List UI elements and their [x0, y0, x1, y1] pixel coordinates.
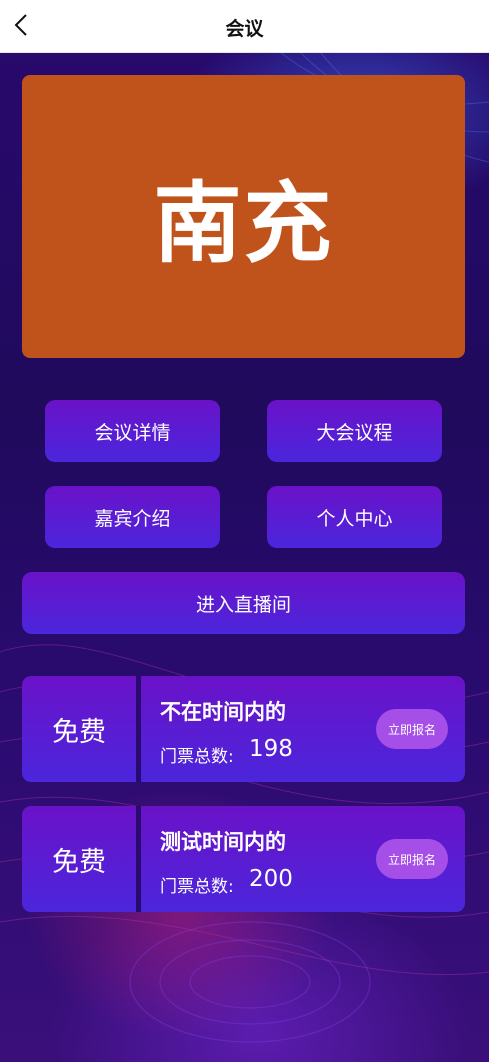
signup-button[interactable]: 立即报名 — [376, 839, 448, 879]
ticket-card: 免费 测试时间内的 门票总数: 200 立即报名 — [22, 806, 465, 912]
ticket-count-label: 门票总数: — [160, 877, 234, 897]
banner-logo-text: 南充 — [153, 172, 334, 275]
ticket-price: 免费 — [22, 806, 136, 912]
ticket-name: 不在时间内的 — [160, 700, 286, 724]
ticket-info: 测试时间内的 门票总数: 200 立即报名 — [141, 806, 465, 912]
enter-live-room-button[interactable]: 进入直播间 — [22, 572, 465, 634]
page-title: 会议 — [225, 18, 264, 40]
guests-button[interactable]: 嘉宾介绍 — [45, 486, 220, 548]
ticket-count-value: 198 — [249, 736, 293, 762]
meeting-details-button[interactable]: 会议详情 — [45, 400, 220, 462]
ticket-card: 免费 不在时间内的 门票总数: 198 立即报名 — [22, 676, 465, 782]
personal-center-button[interactable]: 个人中心 — [267, 486, 442, 548]
agenda-button[interactable]: 大会议程 — [267, 400, 442, 462]
signup-button[interactable]: 立即报名 — [376, 709, 448, 749]
nav-bar: 会议 — [0, 0, 489, 53]
ticket-info: 不在时间内的 门票总数: 198 立即报名 — [141, 676, 465, 782]
ticket-count-value: 200 — [249, 866, 293, 892]
city-banner[interactable]: 南充 — [22, 75, 465, 358]
ticket-count-label: 门票总数: — [160, 747, 234, 767]
ticket-name: 测试时间内的 — [160, 830, 286, 854]
ticket-price: 免费 — [22, 676, 136, 782]
